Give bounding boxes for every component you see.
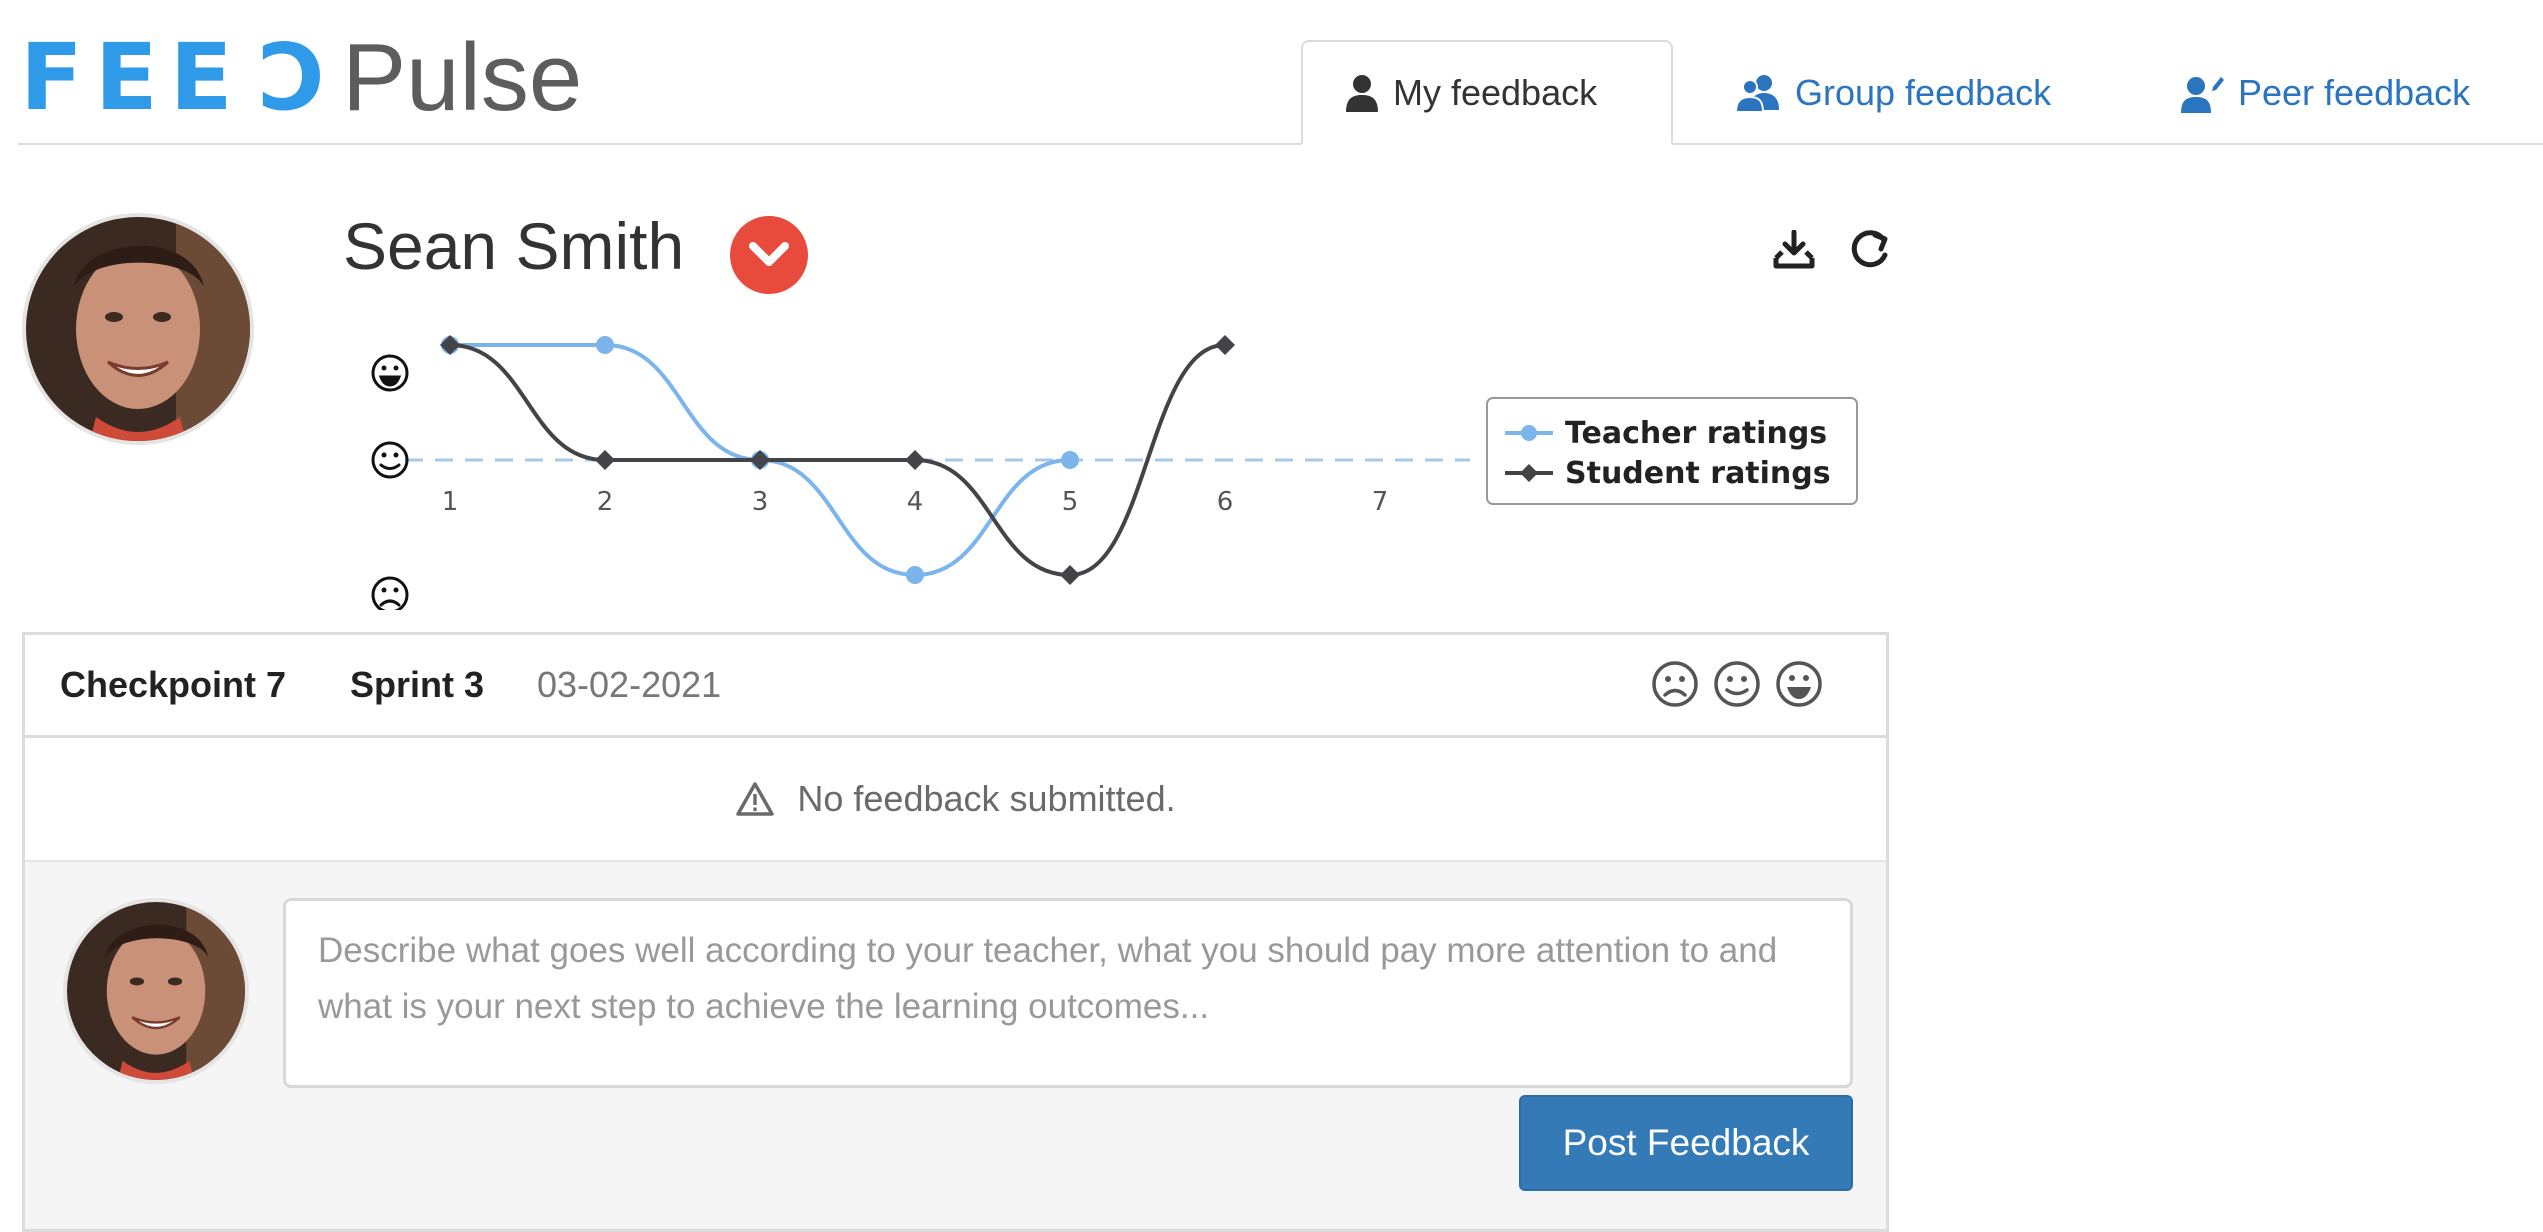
warning-icon bbox=[735, 781, 775, 817]
refresh-button[interactable] bbox=[1846, 226, 1894, 274]
teacher-rating-point bbox=[1061, 451, 1079, 469]
x-tick-label: 7 bbox=[1372, 487, 1389, 517]
no-feedback-text: No feedback submitted. bbox=[797, 778, 1176, 819]
tab-my-feedback[interactable]: My feedback bbox=[1301, 40, 1673, 145]
refresh-icon bbox=[1851, 230, 1888, 268]
user-icon bbox=[1345, 74, 1379, 112]
x-tick-label: 1 bbox=[442, 487, 459, 517]
sad-face-icon[interactable] bbox=[1650, 659, 1700, 709]
header-divider bbox=[18, 143, 2543, 145]
student-rating-point bbox=[1060, 565, 1080, 585]
app-logo[interactable]: FEEC Pulse bbox=[20, 24, 583, 131]
tab-peer-feedback-label: Peer feedback bbox=[2238, 71, 2471, 113]
happy-face-axis-icon bbox=[371, 354, 409, 392]
student-rating-point bbox=[1215, 335, 1235, 355]
x-tick-label: 5 bbox=[1062, 487, 1079, 517]
checkpoint-card: Checkpoint 7 Sprint 3 03-02-2021 No feed… bbox=[22, 632, 1889, 1232]
teacher-rating-point bbox=[906, 566, 924, 584]
legend-label: Teacher ratings bbox=[1565, 416, 1827, 451]
tab-group-feedback-label: Group feedback bbox=[1795, 71, 2052, 113]
peer-icon bbox=[2180, 73, 2224, 113]
legend-label: Student ratings bbox=[1565, 456, 1831, 491]
download-icon bbox=[1773, 230, 1815, 269]
student-rating-point bbox=[595, 450, 615, 470]
tab-my-feedback-label: My feedback bbox=[1393, 71, 1598, 113]
ratings-chart: 1 2 3 4 5 6 7 Teacher ratings Student ratings bbox=[371, 335, 1858, 610]
student-rating-point bbox=[750, 450, 770, 470]
download-button[interactable] bbox=[1770, 226, 1818, 274]
sad-face-axis-icon bbox=[371, 576, 409, 610]
checkpoint-date: 03-02-2021 bbox=[537, 664, 722, 705]
feedback-textarea[interactable] bbox=[283, 898, 1853, 1088]
teacher-rating-point bbox=[596, 336, 614, 354]
student-rating-point bbox=[905, 450, 925, 470]
group-icon bbox=[1735, 74, 1781, 112]
post-feedback-button[interactable]: Post Feedback bbox=[1519, 1095, 1853, 1191]
reply-avatar bbox=[63, 898, 249, 1084]
checkpoint-title: Checkpoint 7 bbox=[60, 664, 287, 705]
neutral-face-icon[interactable] bbox=[1712, 659, 1762, 709]
x-tick-label: 2 bbox=[597, 487, 614, 517]
happy-face-icon[interactable] bbox=[1774, 659, 1824, 709]
logo-pulse-text: Pulse bbox=[342, 24, 583, 131]
legend-marker bbox=[1521, 425, 1537, 441]
logo-feed-text: FEEC bbox=[20, 24, 325, 131]
tab-group-feedback[interactable]: Group feedback bbox=[1735, 40, 2051, 145]
checkpoint-header: Checkpoint 7 Sprint 3 03-02-2021 bbox=[25, 635, 1886, 738]
x-tick-label: 4 bbox=[907, 487, 924, 517]
no-feedback-notice: No feedback submitted. bbox=[25, 738, 1886, 860]
x-tick-label: 3 bbox=[752, 487, 769, 517]
student-dropdown-button[interactable] bbox=[730, 216, 808, 294]
tab-peer-feedback[interactable]: Peer feedback bbox=[2180, 40, 2470, 145]
student-name: Sean Smith bbox=[343, 209, 685, 283]
checkpoint-sprint: Sprint 3 bbox=[350, 664, 485, 705]
chevron-down-icon bbox=[749, 242, 789, 266]
x-tick-label: 6 bbox=[1217, 487, 1234, 517]
neutral-face-axis-icon bbox=[371, 441, 409, 479]
student-rating-point bbox=[440, 335, 460, 355]
